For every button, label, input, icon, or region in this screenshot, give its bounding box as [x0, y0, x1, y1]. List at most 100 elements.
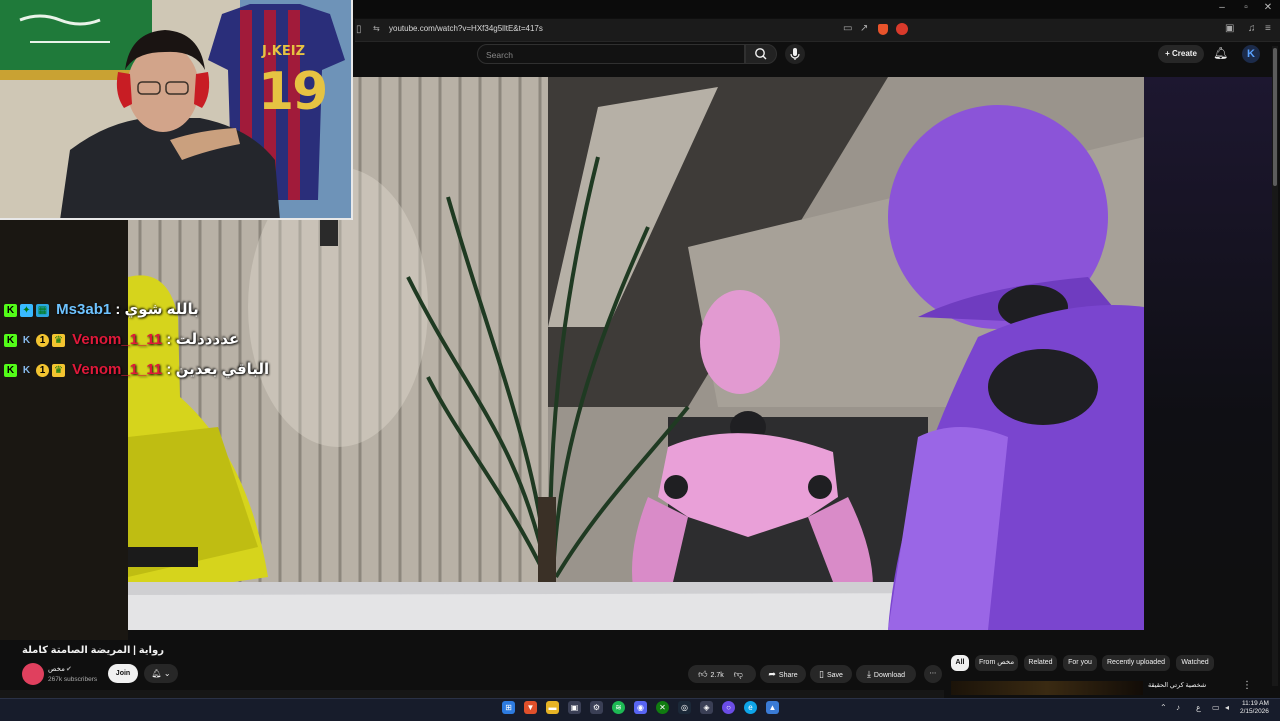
file-explorer-icon[interactable]: ▬: [546, 701, 559, 714]
discord-icon[interactable]: ◉: [634, 701, 647, 714]
description-edge: [0, 690, 944, 698]
left-margin: [0, 220, 128, 640]
search-button[interactable]: [745, 44, 777, 64]
chat-text: الباقي بعدين: [175, 361, 270, 378]
brave-shields-icon[interactable]: [878, 24, 888, 35]
create-label: Create: [1172, 49, 1197, 58]
maximize-button[interactable]: ▫: [1236, 2, 1256, 13]
bell-icon: 🔔︎: [151, 669, 162, 678]
language-indicator[interactable]: ع: [1196, 703, 1201, 712]
gift-badge-icon: ✦: [20, 303, 33, 317]
save-label: Save: [826, 672, 843, 679]
app-icon-3[interactable]: ○: [722, 701, 735, 714]
kick-badge-icon: K: [4, 303, 17, 317]
search-icon: [755, 48, 767, 60]
screen-cast-icon[interactable]: ▭: [843, 23, 852, 34]
close-button[interactable]: ✕: [1258, 2, 1278, 13]
clock-time: 11:19 AM: [1241, 700, 1269, 707]
chip-recently-uploaded[interactable]: Recently uploaded: [1102, 655, 1170, 671]
chip-watched[interactable]: Watched: [1176, 655, 1214, 671]
streamer-webcam: J.KEIZ 19: [0, 0, 353, 220]
app-icon-2[interactable]: ◈: [700, 701, 713, 714]
plus-icon: +: [1165, 49, 1172, 58]
voice-search-button[interactable]: [785, 44, 805, 64]
like-count: 2.7k: [710, 672, 724, 679]
recommendation-title[interactable]: شخصية كرتي الحقيقة: [1148, 681, 1206, 689]
share-page-icon[interactable]: ↗: [860, 23, 868, 34]
chat-separator: :: [115, 301, 125, 318]
kick-badge-icon: K: [4, 333, 17, 347]
bookmark-icon[interactable]: ▯: [356, 24, 362, 35]
start-icon[interactable]: ⊞: [502, 701, 515, 714]
settings-gear-icon[interactable]: ⚙: [590, 701, 603, 714]
brave-rewards-icon[interactable]: [896, 23, 908, 35]
clock-date: 2/15/2026: [1240, 708, 1269, 715]
mic-tray-icon[interactable]: ♪: [1176, 703, 1180, 712]
share-label: Share: [778, 672, 798, 679]
app-icon[interactable]: ▣: [568, 701, 581, 714]
media-icon[interactable]: ♫: [1248, 23, 1256, 34]
microphone-icon: [790, 48, 800, 60]
save-icon: ▯: [819, 669, 824, 679]
k-badge-icon: K: [22, 334, 31, 346]
more-icon: ⋯: [929, 670, 937, 677]
chat-text: بالله شوي: [124, 301, 199, 318]
more-actions-button[interactable]: ⋯: [924, 665, 942, 683]
minimize-button[interactable]: –: [1212, 2, 1232, 13]
jersey-number: 19: [258, 62, 328, 122]
photos-icon[interactable]: ▲: [766, 701, 779, 714]
chat-separator: :: [166, 361, 176, 378]
chat-message: K K 1 ♛ Venom_1_11 : عددددلت: [4, 330, 239, 352]
save-button[interactable]: ▯ Save: [810, 665, 852, 683]
menu-icon[interactable]: ≡: [1265, 23, 1271, 34]
xbox-icon[interactable]: ✕: [656, 701, 669, 714]
subscriber-count: 267k subscribers: [48, 676, 98, 683]
chat-separator: :: [166, 331, 176, 348]
chevron-down-icon: ⌄: [161, 669, 171, 678]
chip-related[interactable]: Related: [1024, 655, 1057, 671]
thumbs-up-icon: 👍︎: [698, 669, 708, 679]
chat-username: Ms3ab1: [56, 301, 112, 318]
dislike-button[interactable]: 👎︎: [733, 669, 746, 679]
volume-icon[interactable]: ◂: [1225, 703, 1229, 712]
spotify-icon[interactable]: ≋: [612, 701, 625, 714]
edge-icon[interactable]: e: [744, 701, 757, 714]
network-icon[interactable]: ▭: [1212, 703, 1220, 712]
brave-browser-icon[interactable]: ▼: [524, 701, 537, 714]
share-button[interactable]: ➦ Share: [760, 665, 806, 683]
one-badge-icon: 1: [36, 333, 49, 347]
tray-chevron-icon[interactable]: ⌃: [1160, 703, 1167, 712]
one-badge-icon: 1: [36, 363, 49, 377]
chat-username: Venom_1_11: [72, 331, 163, 348]
chat-username: Venom_1_11: [72, 361, 163, 378]
notifications-bell-icon[interactable]: 🔔︎: [1213, 46, 1228, 60]
sidebar-icon[interactable]: ▣: [1225, 23, 1234, 34]
steam-icon[interactable]: ◎: [678, 701, 691, 714]
url-field[interactable]: youtube.com/watch?v=HXf34g5lltE&t=417s: [389, 24, 543, 33]
site-settings-icon[interactable]: ⇆: [373, 24, 380, 33]
channel-name[interactable]: مخص: [48, 665, 65, 673]
jersey-name: J.KEIZ: [262, 44, 305, 59]
download-button[interactable]: ⤓ Download: [856, 665, 916, 683]
channel-avatar[interactable]: [22, 663, 44, 685]
chat-message: K K 1 ♛ Venom_1_11 : الباقي بعدين: [4, 360, 269, 382]
search-input[interactable]: Search: [477, 44, 745, 64]
recommendation-thumbnail[interactable]: [951, 681, 1143, 695]
recommendation-menu-icon[interactable]: ⋮: [1242, 680, 1252, 691]
join-button[interactable]: Join: [108, 664, 138, 683]
clock[interactable]: 11:19 AM 2/15/2026: [1240, 700, 1269, 716]
subscribe-notifications-button[interactable]: 🔔︎ ⌄: [144, 664, 178, 683]
account-avatar[interactable]: K: [1242, 45, 1260, 63]
subscriber-badge-icon: ▦: [36, 303, 49, 317]
download-label: Download: [873, 672, 906, 679]
create-button[interactable]: + Create: [1158, 45, 1204, 63]
right-ambient-panel: [1144, 77, 1272, 640]
scrollbar-thumb[interactable]: [1273, 48, 1277, 186]
k-badge-icon: K: [22, 364, 31, 376]
chip-all[interactable]: All: [951, 655, 969, 671]
like-button[interactable]: 👍︎ 2.7k: [698, 669, 724, 679]
chip-for-you[interactable]: For you: [1063, 655, 1097, 671]
thumbs-down-icon: 👎︎: [733, 669, 743, 679]
chip-from-channel[interactable]: From مخص: [975, 655, 1018, 671]
crown-badge-icon: ♛: [52, 333, 65, 347]
